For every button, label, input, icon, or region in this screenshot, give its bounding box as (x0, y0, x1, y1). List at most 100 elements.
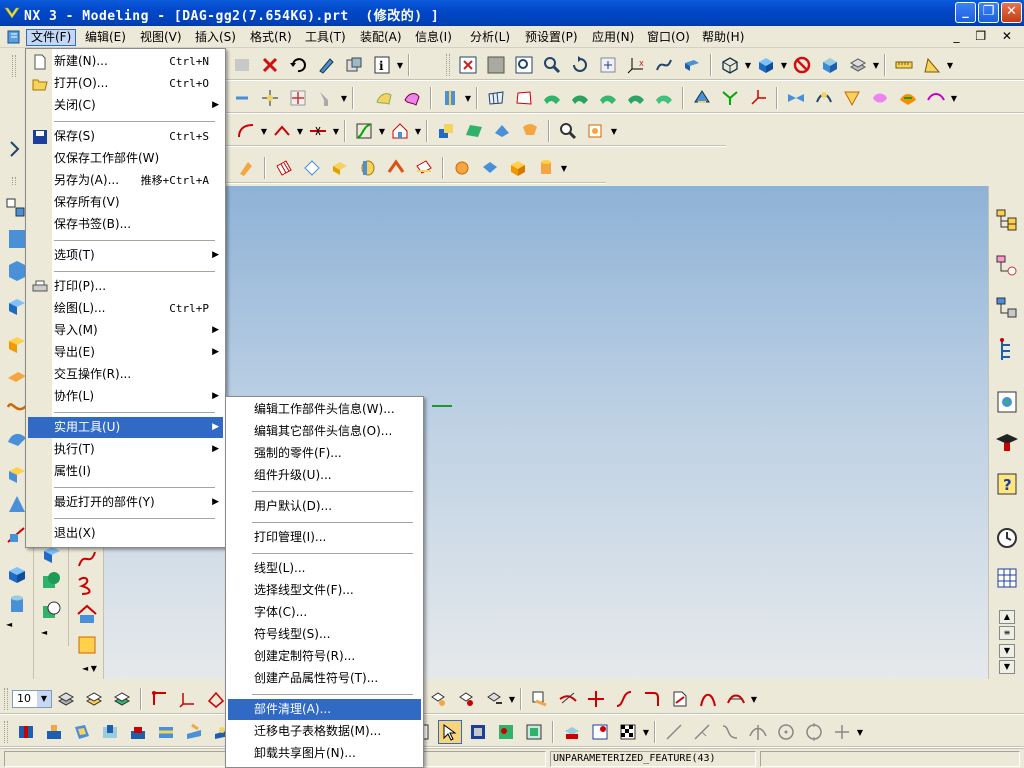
edit-curve-length-icon[interactable] (612, 687, 636, 711)
information-icon[interactable]: i (370, 53, 394, 77)
zoom-in-out-icon[interactable] (540, 53, 564, 77)
surface-through-curves-icon[interactable] (372, 86, 396, 110)
menu-item-save-as[interactable]: 另存为(A)... 推移+Ctrl+A (28, 170, 223, 191)
menu-window[interactable]: 窗口(O) (643, 29, 694, 46)
menu-item-user-defaults[interactable]: 用户默认(D)... (228, 496, 421, 517)
hole-feature-icon[interactable] (388, 119, 412, 143)
snap-point-icon[interactable] (258, 86, 282, 110)
shell-icon[interactable] (478, 156, 502, 180)
menu-application[interactable]: 应用(N) (588, 29, 638, 46)
menu-insert[interactable]: 插入(S) (191, 29, 240, 46)
angled-line-icon[interactable] (690, 720, 714, 744)
menu-item-recent-parts[interactable]: 最近打开的部件(Y) ▶ (28, 492, 223, 513)
extension-surface-icon[interactable] (624, 86, 648, 110)
undo-icon[interactable] (286, 53, 310, 77)
menu-item-utilities[interactable]: 实用工具(U) ▶ (28, 417, 223, 438)
menu-item-forced-parts[interactable]: 强制的零件(F)... (228, 443, 421, 464)
document-icon[interactable] (6, 29, 22, 45)
edit-curve-dropdown-icon[interactable]: ▼ (332, 119, 340, 143)
menu-analysis[interactable]: 分析(L) (466, 29, 514, 46)
edit-fillet-icon[interactable] (640, 687, 664, 711)
spline-icon[interactable] (74, 546, 100, 572)
close-button[interactable]: ✕ (1001, 2, 1022, 23)
menu-item-plot[interactable]: 绘图(L)... Ctrl+P (28, 298, 223, 319)
zoom-icon[interactable] (512, 53, 536, 77)
point-constructor-icon[interactable] (286, 86, 310, 110)
layer-settings-icon[interactable] (54, 687, 78, 711)
circle-tool-icon[interactable] (774, 720, 798, 744)
layer-dropdown-icon[interactable]: ▼ (872, 53, 880, 77)
menu-item-symbol-font[interactable]: 符号线型(S)... (228, 624, 421, 645)
instance-icon[interactable] (74, 632, 100, 658)
curve-edit-dropdown-icon[interactable]: ▼ (750, 687, 758, 711)
large-surface-icon[interactable] (652, 86, 676, 110)
edit-spline-icon[interactable] (528, 687, 552, 711)
line-tool-icon[interactable] (662, 720, 686, 744)
toolbar-handle[interactable] (4, 688, 8, 710)
divide-curve-icon[interactable] (584, 687, 608, 711)
help-icon[interactable]: ? (993, 470, 1021, 498)
menu-format[interactable]: 格式(R) (246, 29, 296, 46)
patch-icon[interactable] (272, 156, 296, 180)
curve-tool-icon[interactable] (718, 720, 742, 744)
blend-icon[interactable] (234, 156, 258, 180)
menu-item-edit-other-part-header[interactable]: 编辑其它部件头信息(O)... (228, 421, 421, 442)
point-set-icon[interactable] (148, 687, 172, 711)
menu-item-save-all[interactable]: 保存所有(V) (28, 192, 223, 213)
delete-icon[interactable] (258, 53, 282, 77)
cut-icon[interactable] (230, 53, 254, 77)
visible-layers-icon[interactable] (82, 687, 106, 711)
translucent-body-icon[interactable] (522, 720, 546, 744)
graph-curve-icon[interactable] (352, 119, 376, 143)
point-tool-icon[interactable] (830, 720, 854, 744)
thicken-icon[interactable] (840, 86, 864, 110)
sketch-dropdown-icon[interactable]: ▼ (610, 119, 618, 143)
boss-icon[interactable] (42, 720, 66, 744)
trim-sheet-icon[interactable] (784, 86, 808, 110)
menu-item-save-work-part[interactable]: 仅保存工作部件(W) (28, 148, 223, 169)
menu-assemblies[interactable]: 装配(A) (356, 29, 406, 46)
menu-information[interactable]: 信息(I) (411, 29, 456, 46)
stretch-icon[interactable] (668, 687, 692, 711)
color-palette-icon[interactable] (494, 720, 518, 744)
show-hide-cube-icon[interactable] (818, 53, 842, 77)
checker-pattern-icon[interactable] (616, 720, 640, 744)
surface-mesh-icon[interactable] (400, 86, 424, 110)
boolean-intersect-icon[interactable] (490, 119, 514, 143)
hole-dropdown-icon[interactable]: ▼ (414, 119, 422, 143)
cylinder-icon[interactable] (534, 156, 558, 180)
resource-scroll-up-icon[interactable]: ▲ (999, 610, 1015, 624)
menu-tools[interactable]: 工具(T) (301, 29, 350, 46)
edit-positioning-icon[interactable] (454, 687, 478, 711)
menu-item-print[interactable]: 打印(P)... (28, 276, 223, 297)
menu-item-close[interactable]: 关闭(C) ▶ (28, 95, 223, 116)
shaded-cube-icon[interactable] (754, 53, 778, 77)
menu-item-save[interactable]: 保存(S) Ctrl+S (28, 126, 223, 147)
ruled-surface-icon[interactable] (512, 86, 536, 110)
through-curve-mesh-icon[interactable] (484, 86, 508, 110)
edit-feature-dropdown-icon[interactable]: ▼ (508, 687, 516, 711)
spreadsheet-icon[interactable] (993, 564, 1021, 592)
circle-center-icon[interactable] (802, 720, 826, 744)
draft-icon[interactable] (384, 156, 408, 180)
extrude-icon[interactable] (328, 156, 352, 180)
measure-distance-icon[interactable] (892, 53, 916, 77)
work-layer-select[interactable]: 10 ▼ (12, 690, 52, 708)
menu-item-export[interactable]: 导出(E) ▶ (28, 342, 223, 363)
surface-analysis-icon[interactable] (690, 86, 714, 110)
curvature-icon[interactable] (924, 86, 948, 110)
feature-dropdown-icon[interactable]: ▼ (560, 156, 568, 180)
fillet-dropdown-icon[interactable]: ▼ (260, 119, 268, 143)
menu-edit[interactable]: 编辑(E) (81, 29, 130, 46)
menu-item-save-bookmark[interactable]: 保存书签(B)... (28, 214, 223, 235)
fillet-curve-icon[interactable] (234, 119, 258, 143)
sew-icon[interactable] (812, 86, 836, 110)
menu-item-fonts[interactable]: 字体(C)... (228, 602, 421, 623)
sphere-subtract-icon[interactable] (39, 598, 65, 624)
menu-item-line-font[interactable]: 线型(L)... (228, 558, 421, 579)
offset-surface-icon[interactable] (596, 86, 620, 110)
boolean-subtract-icon[interactable] (462, 119, 486, 143)
object-display-icon[interactable] (342, 53, 366, 77)
coordinate-system-icon[interactable] (746, 86, 770, 110)
history-clock-icon[interactable] (993, 524, 1021, 552)
